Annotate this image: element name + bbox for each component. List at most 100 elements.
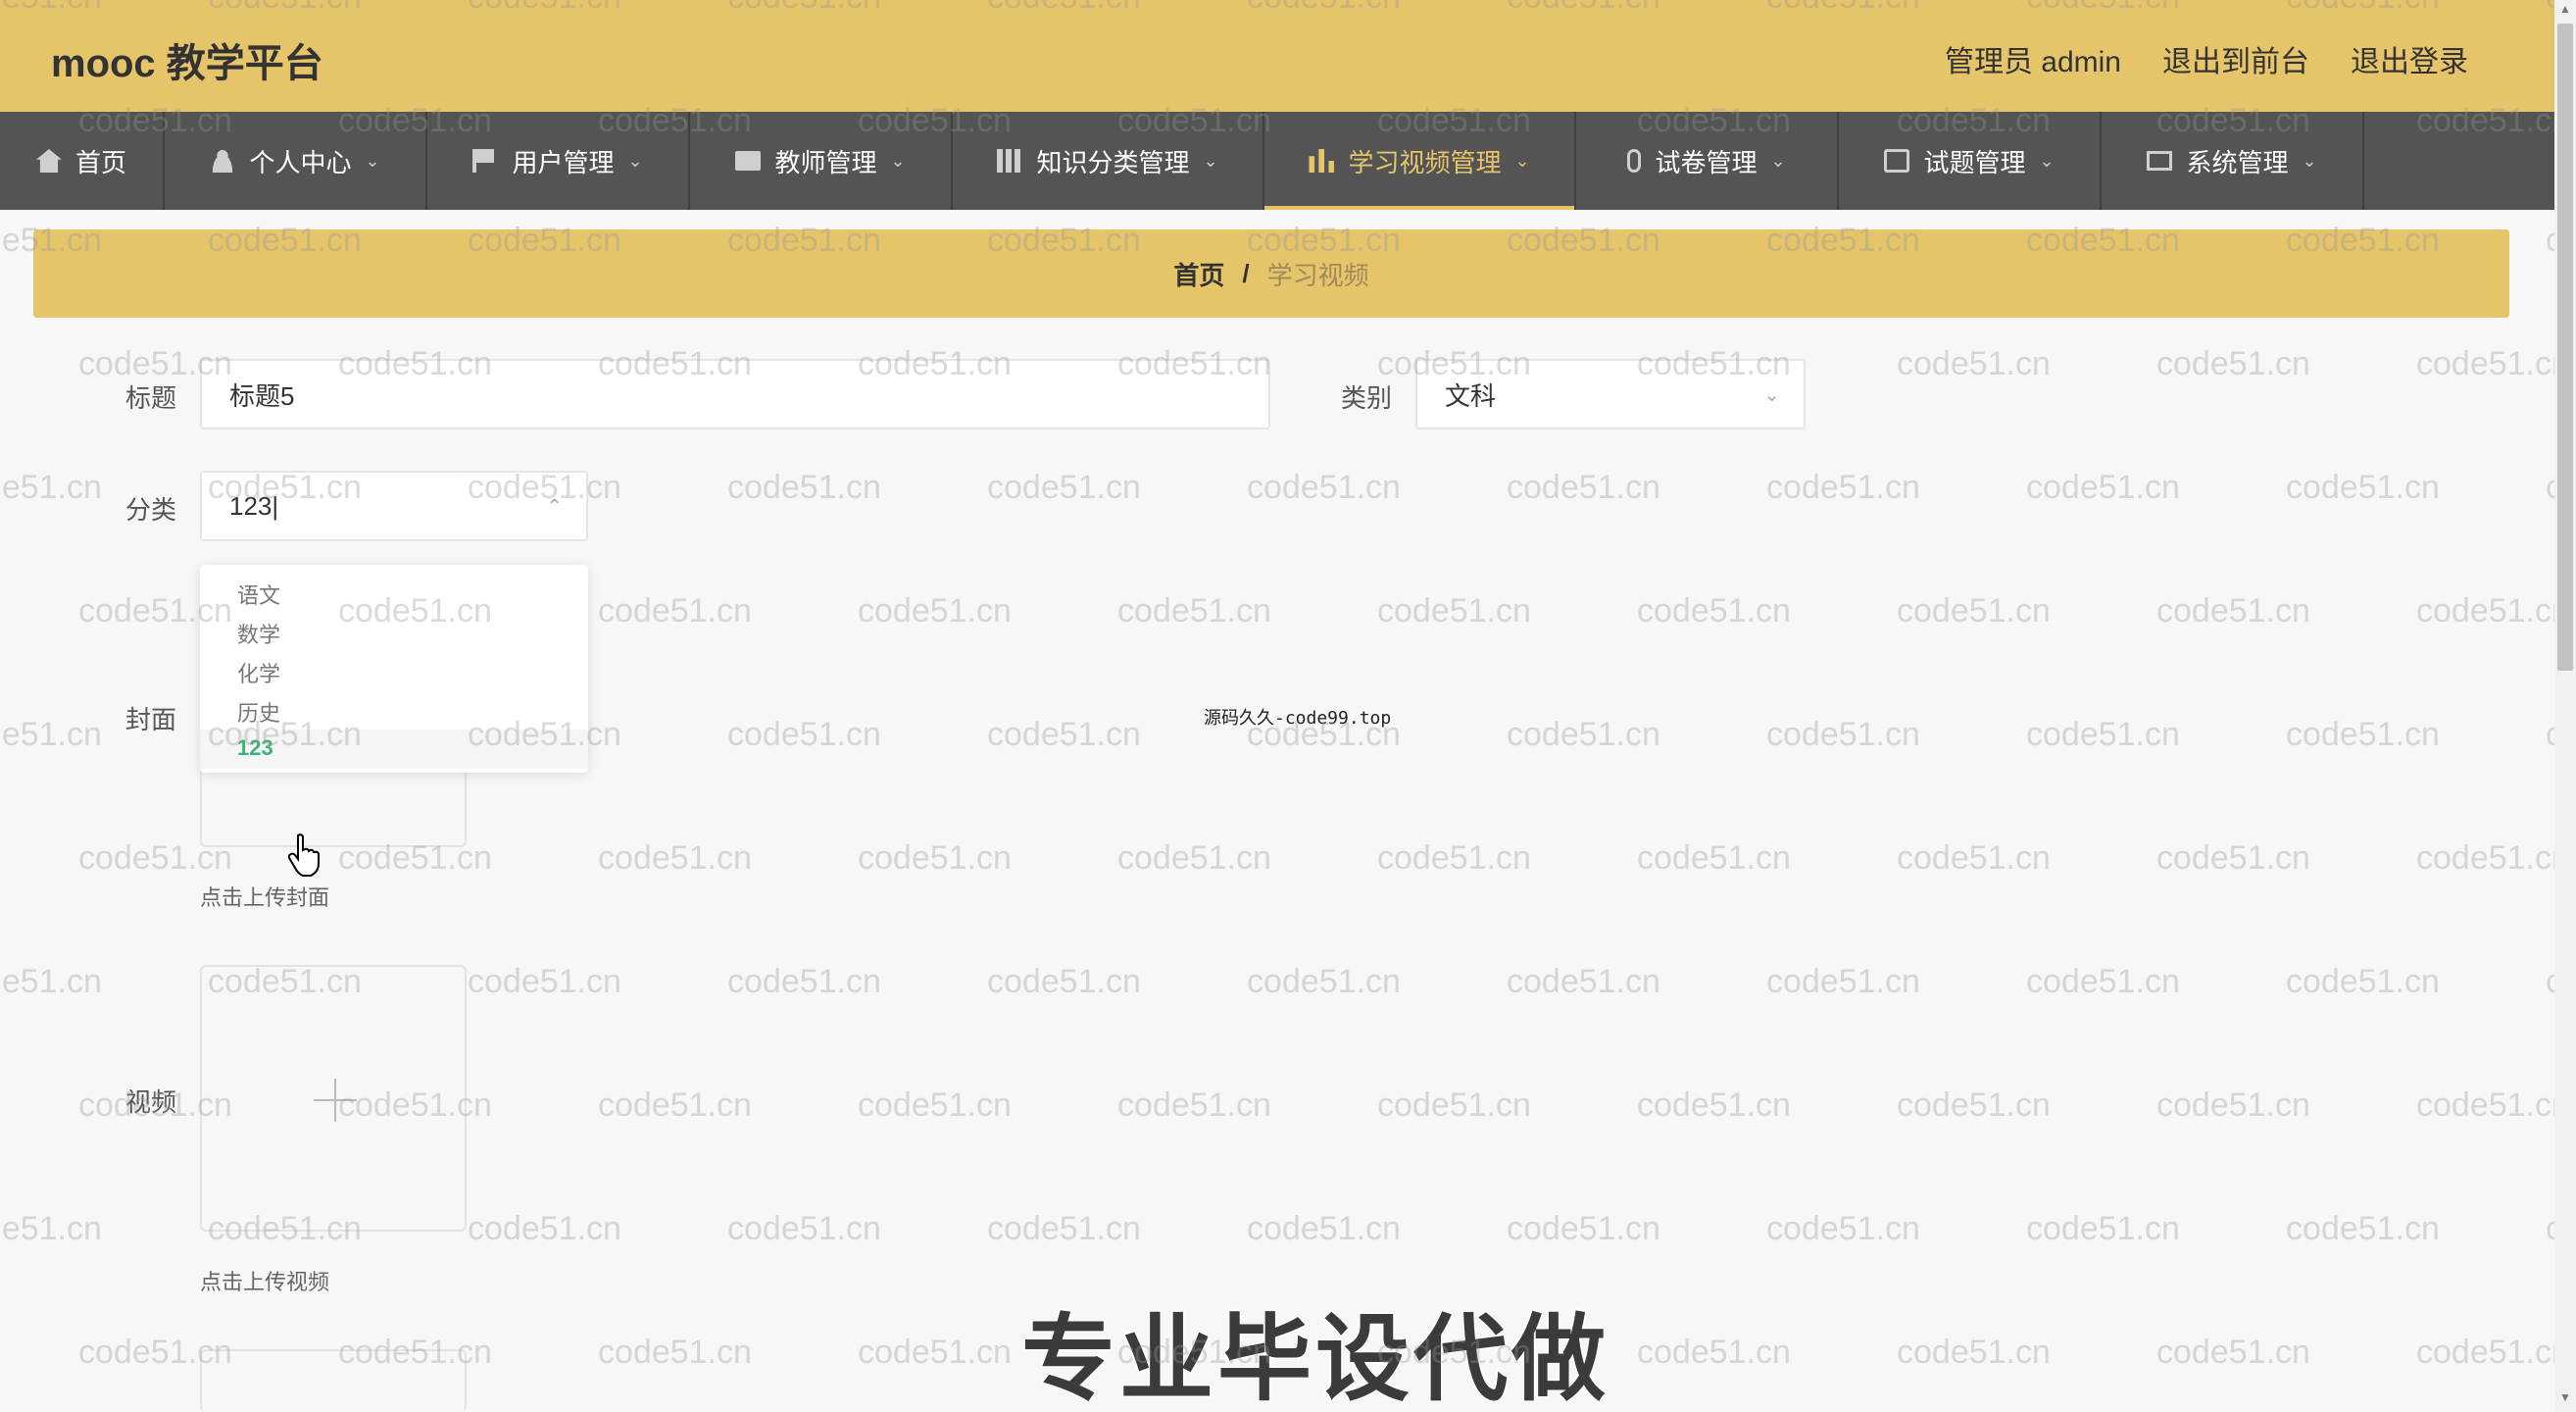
watermark-text: code51.cn <box>1247 1210 1401 1247</box>
watermark-text: code51.cn <box>2026 716 2180 753</box>
nav-item-study-video[interactable]: 学习视频管理 ⌄ <box>1264 112 1576 210</box>
chevron-down-icon: ⌄ <box>2039 150 2055 171</box>
watermark-text: code51.cn <box>1766 716 1920 753</box>
nav-label: 学习视频管理 <box>1348 147 1502 177</box>
dropdown-option[interactable]: 数学 <box>237 618 280 649</box>
watermark-text: code51.cn <box>1507 716 1660 753</box>
nav-item-system-management[interactable]: 系统管理 ⌄ <box>2102 112 2364 210</box>
category-select[interactable]: 123 | ⌃ <box>200 471 588 541</box>
home-icon <box>35 149 62 173</box>
chevron-down-icon: ⌄ <box>1763 383 1780 406</box>
watermark-text: code51.cn <box>987 1210 1141 1247</box>
video-upload-hint[interactable]: 点击上传视频 <box>200 1265 329 1296</box>
category-select-value: 123 <box>229 490 272 521</box>
header-actions: 管理员 admin 退出到前台 退出登录 <box>1945 37 2468 80</box>
watermark-text: code51.cn <box>0 1210 102 1247</box>
nav-label: 个人中心 <box>249 147 352 177</box>
watermark-text: code51.cn <box>0 469 102 506</box>
watermark-text: code51.cn <box>1637 592 1791 630</box>
next-upload-box[interactable] <box>200 1349 467 1412</box>
watermark-text: code51.cn <box>2286 1210 2440 1247</box>
nav-item-exam-management[interactable]: 试卷管理 ⌄ <box>1576 112 1839 210</box>
watermark-text: code51.cn <box>1766 963 1920 1000</box>
nav-item-question-management[interactable]: 试题管理 ⌄ <box>1839 112 2102 210</box>
scroll-down-icon[interactable]: ▼ <box>2554 1390 2576 1410</box>
admin-user-label[interactable]: 管理员 admin <box>1945 37 2121 80</box>
watermark-text: code51.cn <box>858 592 1012 630</box>
watermark-text: code51.cn <box>2286 469 2440 506</box>
watermark-text: code51.cn <box>2156 345 2310 382</box>
video-label: 视频 <box>125 1087 177 1117</box>
nav-label: 试题管理 <box>1923 147 2026 177</box>
page-scrollbar[interactable]: ▲ ▼ <box>2554 0 2576 1412</box>
nav-item-user-management[interactable]: 用户管理 ⌄ <box>427 112 690 210</box>
chevron-down-icon: ⌄ <box>890 150 906 171</box>
nav-item-knowledge-category[interactable]: 知识分类管理 ⌄ <box>953 112 1264 210</box>
chevron-down-icon: ⌄ <box>1514 150 1530 171</box>
screen-icon <box>2147 151 2173 171</box>
nav-item-home[interactable]: 首页 <box>0 112 165 210</box>
watermark-text: code51.cn <box>1897 345 2051 382</box>
watermark-text: code51.cn <box>2026 1210 2180 1247</box>
watermark-text: code51.cn <box>987 469 1141 506</box>
watermark-text: code51.cn <box>1766 469 1920 506</box>
watermark-text: code51.cn <box>598 1086 752 1124</box>
watermark-text: code51.cn <box>1897 592 2051 630</box>
watermark-text: code51.cn <box>2416 592 2570 630</box>
breadcrumb-separator: / <box>1242 258 1250 288</box>
nav-item-teacher-management[interactable]: 教师管理 ⌄ <box>690 112 953 210</box>
cover-label: 封面 <box>125 705 177 734</box>
watermark-text: code51.cn <box>858 1334 1012 1371</box>
watermark-text: code51.cn <box>2416 1086 2570 1124</box>
watermark-text: code51.cn <box>987 716 1141 753</box>
watermark-text: code51.cn <box>1117 592 1271 630</box>
nav-label: 试卷管理 <box>1655 147 1758 177</box>
watermark-text: code51.cn <box>598 592 752 630</box>
watermark-text: code51.cn <box>727 716 881 753</box>
breadcrumb-current: 学习视频 <box>1266 260 1369 290</box>
watermark-text: code51.cn <box>1637 839 1791 877</box>
watermark-text: code51.cn <box>1637 1334 1791 1371</box>
scroll-up-icon[interactable]: ▲ <box>2554 2 2576 22</box>
watermark-text: code51.cn <box>2156 592 2310 630</box>
breadcrumb: 首页 / 学习视频 <box>33 229 2509 318</box>
watermark-text: code51.cn <box>987 963 1141 1000</box>
cover-upload-hint[interactable]: 点击上传封面 <box>200 881 329 912</box>
watermark-text: code51.cn <box>0 716 102 753</box>
type-label: 类别 <box>1341 383 1393 413</box>
hand-cursor-icon <box>288 833 320 877</box>
chevron-up-icon: ⌃ <box>546 495 563 518</box>
watermark-text: code51.cn <box>2026 469 2180 506</box>
watermark-text: code51.cn <box>2286 963 2440 1000</box>
scroll-thumb[interactable] <box>2557 24 2573 671</box>
watermark-text: code51.cn <box>1117 839 1271 877</box>
brand-title: mooc 教学平台 <box>51 42 323 85</box>
watermark-text: code51.cn <box>1247 469 1401 506</box>
watermark-text: code51.cn <box>1507 469 1660 506</box>
logout-link[interactable]: 退出登录 <box>2351 37 2468 80</box>
watermark-text: code51.cn <box>0 963 102 1000</box>
back-to-front-link[interactable]: 退出到前台 <box>2162 37 2309 80</box>
watermark-text: code51.cn <box>1507 963 1660 1000</box>
type-select[interactable]: 文科 ⌄ <box>1415 359 1806 429</box>
promo-banner: 专业毕设代做 <box>1020 1306 1610 1412</box>
dropdown-option[interactable]: 语文 <box>237 579 280 610</box>
title-input-value: 标题5 <box>229 380 295 411</box>
chevron-down-icon: ⌄ <box>627 150 643 171</box>
watermark-text: code51.cn <box>727 963 881 1000</box>
books-icon <box>997 149 1023 173</box>
title-input[interactable]: 标题5 <box>200 359 1270 429</box>
watermark-text: code51.cn <box>1247 963 1401 1000</box>
watermark-text: code51.cn <box>598 839 752 877</box>
watermark-text: code51.cn <box>2156 1086 2310 1124</box>
dropdown-option[interactable]: 历史 <box>237 696 280 728</box>
watermark-text: code51.cn <box>598 1334 752 1371</box>
nav-label: 首页 <box>74 147 126 177</box>
watermark-text: code51.cn <box>1897 1334 2051 1371</box>
center-watermark-note: 源码久久-code99.top <box>1204 708 1392 729</box>
dropdown-option[interactable]: 化学 <box>237 657 280 688</box>
video-upload-box[interactable] <box>200 965 467 1232</box>
dropdown-option-selected[interactable]: 123 <box>237 735 273 761</box>
nav-item-personal-center[interactable]: 个人中心 ⌄ <box>165 112 427 210</box>
breadcrumb-home[interactable]: 首页 <box>1173 256 1224 292</box>
